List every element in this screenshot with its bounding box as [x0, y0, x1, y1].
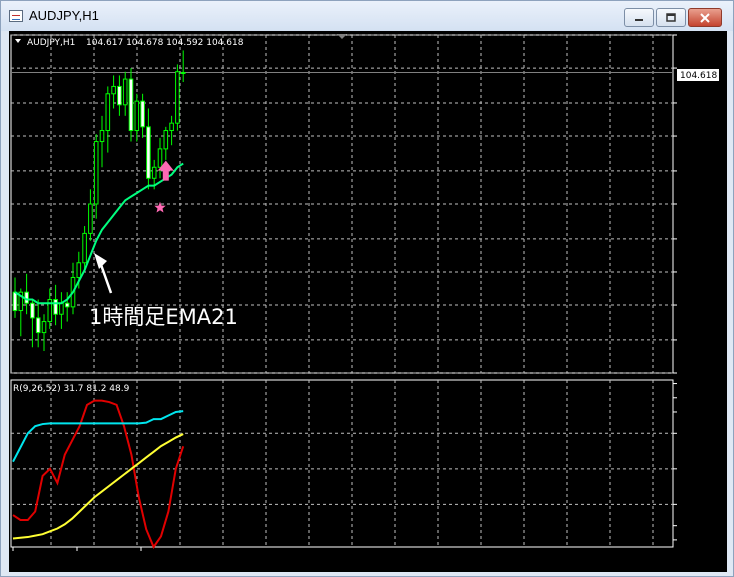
dropdown-triangle-icon[interactable] — [15, 39, 21, 43]
maximize-button[interactable] — [656, 8, 686, 27]
candle-bullish — [151, 166, 157, 179]
indicator-line-cyan — [12, 410, 184, 463]
indicator-lines — [12, 399, 185, 550]
candle-bullish — [180, 71, 186, 74]
candle-bullish — [82, 232, 87, 264]
minimize-icon — [635, 18, 643, 21]
candle-bullish — [59, 302, 64, 315]
chart-app-icon — [9, 10, 23, 22]
window-title: AUDJPY,H1 — [29, 8, 99, 23]
close-button[interactable] — [688, 8, 722, 27]
symbol-label: AUDJPY,H1 — [27, 38, 75, 48]
candle-bearish — [140, 100, 145, 128]
candle-bullish — [169, 122, 174, 132]
candle-bearish — [64, 302, 70, 308]
candle-bearish — [12, 291, 18, 312]
ema-layer — [14, 162, 184, 305]
indicator-axis — [673, 383, 677, 541]
maximize-icon — [666, 12, 676, 22]
candle-bearish — [30, 302, 35, 319]
ema21-line — [14, 162, 184, 305]
candle-bullish — [134, 100, 140, 132]
candle-bullish — [163, 130, 169, 150]
candle-bearish — [53, 299, 58, 315]
close-icon — [700, 12, 710, 23]
minimize-button[interactable] — [624, 8, 654, 27]
current-price-label: 104.618 — [680, 71, 717, 81]
candle-bullish — [105, 93, 111, 132]
chart-svg[interactable]: AUDJPY,H1 104.617 104.678 104.592 104.61… — [9, 31, 727, 572]
candle-bullish — [99, 130, 105, 143]
annotation-arrow-head-icon — [94, 253, 107, 269]
chart-area[interactable]: AUDJPY,H1 104.617 104.678 104.592 104.61… — [9, 31, 727, 572]
shift-marker-icon[interactable] — [337, 34, 347, 39]
signal-star-icon — [154, 201, 166, 213]
candle-bullish — [88, 203, 93, 234]
indicator-grid — [10, 379, 674, 548]
candle-bullish — [175, 71, 180, 124]
candle-bearish — [146, 126, 151, 179]
candle-bullish — [111, 85, 116, 95]
indicator-panel-frame — [10, 379, 674, 548]
time-axis — [12, 547, 142, 551]
title-bar[interactable]: AUDJPY,H1 — [1, 1, 733, 31]
markers-layer — [154, 160, 174, 213]
candle-bearish — [35, 317, 41, 334]
annotation-text: 1時間足EMA21 — [89, 305, 238, 329]
price-axis — [673, 34, 677, 374]
candle-bullish — [41, 321, 47, 334]
candle-bearish — [128, 78, 134, 132]
candle-bullish — [93, 141, 99, 205]
candle-bullish — [76, 262, 82, 278]
candle-bullish — [157, 148, 163, 168]
indicator-label: R(9,26,52) 31.7 81.2 48.9 — [13, 384, 130, 394]
indicator-line-yellow — [12, 433, 184, 540]
ohlc-values: 104.617 104.678 104.592 104.618 — [86, 38, 244, 48]
candle-bearish — [117, 85, 122, 106]
chart-window: AUDJPY,H1 AUDJPY,H1 104.617 104.678 104.… — [0, 0, 734, 577]
candle-bullish — [122, 78, 128, 106]
